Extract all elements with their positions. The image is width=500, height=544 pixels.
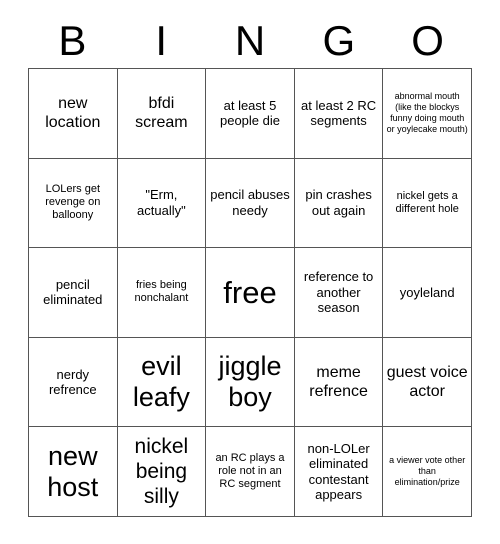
bingo-cell-r4-c1[interactable]: nickel being silly bbox=[117, 427, 207, 517]
bingo-cell-r4-c0[interactable]: new host bbox=[29, 427, 118, 517]
bingo-cell-r3-c3[interactable]: meme refrence bbox=[294, 337, 384, 428]
bingo-header: BINGO bbox=[28, 14, 472, 68]
bingo-cell-r3-c2[interactable]: jiggle boy bbox=[206, 337, 295, 428]
bingo-cell-r0-c3[interactable]: at least 2 RC segments bbox=[294, 69, 384, 159]
bingo-cell-label: pencil eliminated bbox=[43, 276, 103, 308]
bingo-cell-label: evil leafy bbox=[132, 351, 190, 413]
bingo-cell-label: bfdi scream bbox=[135, 95, 188, 132]
bingo-cell-r2-c1[interactable]: fries being nonchalant bbox=[117, 248, 207, 338]
bingo-cell-label: "Erm, actually" bbox=[137, 187, 186, 218]
bingo-cell-label: pencil abuses needy bbox=[210, 187, 290, 218]
bingo-header-letter-3: G bbox=[322, 17, 356, 64]
bingo-cell-label: non-LOLer eliminated contestant appears bbox=[307, 440, 370, 503]
bingo-cell-r1-c1[interactable]: "Erm, actually" bbox=[117, 158, 207, 249]
bingo-header-letter-2: N bbox=[234, 17, 266, 64]
bingo-cell-label: nickel gets a different hole bbox=[395, 189, 459, 215]
bingo-cell-r2-c3[interactable]: reference to another season bbox=[294, 248, 384, 338]
bingo-cell-label: free bbox=[223, 274, 277, 310]
bingo-free-space[interactable]: free bbox=[206, 248, 295, 338]
bingo-cell-label: reference to another season bbox=[303, 269, 374, 316]
bingo-cell-r3-c4[interactable]: guest voice actor bbox=[383, 337, 472, 428]
bingo-cell-r4-c2[interactable]: an RC plays a role not in an RC segment bbox=[206, 427, 295, 517]
bingo-cell-r1-c3[interactable]: pin crashes out again bbox=[294, 158, 384, 249]
bingo-cell-r3-c1[interactable]: evil leafy bbox=[117, 337, 207, 428]
bingo-cell-label: meme refrence bbox=[309, 364, 368, 401]
bingo-cell-label: pin crashes out again bbox=[305, 187, 372, 218]
bingo-grid: new location bfdi scream at least 5 people… bbox=[28, 68, 472, 517]
bingo-cell-label: nerdy refrence bbox=[48, 366, 97, 398]
bingo-header-letter-0: B bbox=[58, 17, 87, 64]
bingo-cell-label: fries being nonchalant bbox=[134, 279, 189, 305]
bingo-cell-r0-c2[interactable]: at least 5 people die bbox=[206, 69, 295, 159]
bingo-cell-label: new location bbox=[45, 95, 101, 132]
bingo-cell-r0-c0[interactable]: new location bbox=[29, 69, 118, 159]
bingo-cell-r2-c4[interactable]: yoyleland bbox=[383, 248, 472, 338]
bingo-cell-label: yoyleland bbox=[399, 284, 455, 300]
bingo-card: B I N G O new location bfdi scream at least 5 … bbox=[0, 0, 500, 544]
bingo-cell-label: abnormal mouth (like the blockys funny d… bbox=[386, 91, 468, 135]
bingo-cell-r0-c1[interactable]: bfdi scream bbox=[117, 69, 207, 159]
bingo-cell-label: nickel being silly bbox=[134, 435, 189, 509]
bingo-header-letter-4: O bbox=[411, 17, 444, 64]
bingo-cell-r0-c4[interactable]: abnormal mouth (like the blockys funny d… bbox=[383, 69, 472, 159]
bingo-cell-r4-c3[interactable]: non-LOLer eliminated contestant appears bbox=[294, 427, 384, 517]
bingo-header-letter-1: I bbox=[155, 17, 168, 64]
bingo-cell-label: at least 5 people die bbox=[219, 97, 280, 129]
bingo-cell-r1-c2[interactable]: pencil abuses needy bbox=[206, 158, 295, 249]
bingo-cell-label: new host bbox=[47, 440, 99, 502]
bingo-cell-r1-c0[interactable]: LOLers get revenge on balloony bbox=[29, 158, 118, 249]
bingo-cell-r3-c0[interactable]: nerdy refrence bbox=[29, 337, 118, 428]
bingo-cell-label: jiggle boy bbox=[218, 351, 282, 413]
bingo-cell-r4-c4[interactable]: a viewer vote other than elimination/pri… bbox=[383, 427, 472, 517]
bingo-cell-label: at least 2 RC segments bbox=[301, 97, 377, 129]
bingo-cell-r1-c4[interactable]: nickel gets a different hole bbox=[383, 158, 472, 249]
bingo-cell-label: LOLers get revenge on balloony bbox=[45, 183, 101, 222]
bingo-cell-label: guest voice actor bbox=[386, 364, 468, 401]
bingo-cell-label: a viewer vote other than elimination/pri… bbox=[389, 455, 466, 488]
bingo-cell-r2-c0[interactable]: pencil eliminated bbox=[29, 248, 118, 338]
bingo-cell-label: an RC plays a role not in an RC segment bbox=[215, 452, 285, 491]
